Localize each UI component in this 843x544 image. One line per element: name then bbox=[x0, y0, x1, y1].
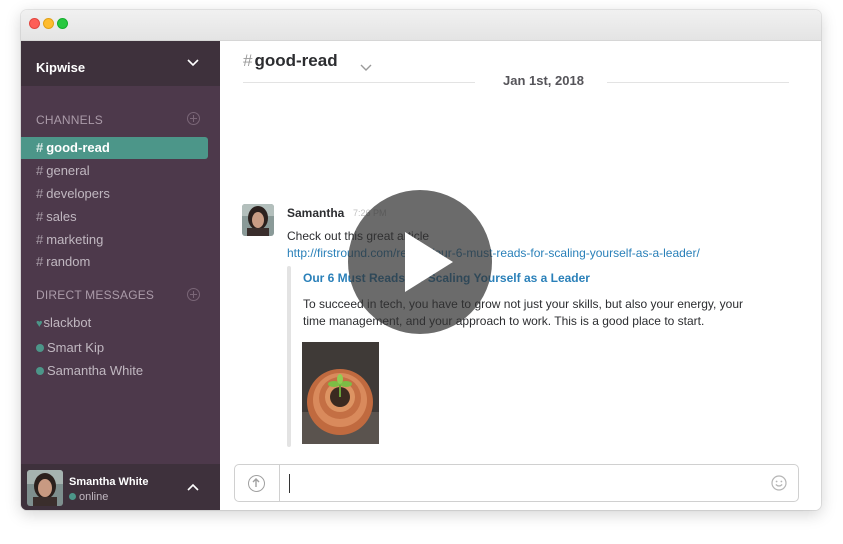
direct-messages-heading[interactable]: DIRECT MESSAGES bbox=[36, 288, 154, 302]
add-channel-icon[interactable] bbox=[187, 112, 200, 125]
play-video-button[interactable] bbox=[348, 190, 492, 334]
emoji-icon[interactable] bbox=[771, 475, 787, 491]
message-composer bbox=[234, 464, 799, 502]
chevron-down-icon bbox=[187, 59, 199, 67]
title-bar bbox=[21, 10, 821, 41]
dm-item-smart-kip[interactable]: Smart Kip bbox=[36, 340, 104, 355]
presence-dot-icon bbox=[36, 344, 44, 352]
sidebar-item-general[interactable]: # general bbox=[21, 160, 208, 182]
user-name: Smantha White bbox=[69, 476, 149, 488]
minimize-window-button[interactable] bbox=[43, 18, 54, 29]
sidebar-item-random[interactable]: # random bbox=[21, 251, 208, 273]
upload-icon bbox=[248, 475, 265, 492]
sidebar-item-developers[interactable]: # developers bbox=[21, 183, 208, 205]
attachment-border bbox=[287, 266, 291, 447]
close-window-button[interactable] bbox=[29, 18, 40, 29]
team-menu[interactable]: Kipwise bbox=[21, 41, 220, 86]
team-name: Kipwise bbox=[36, 60, 86, 75]
text-cursor bbox=[289, 474, 290, 493]
message-author[interactable]: Samantha bbox=[287, 206, 344, 220]
play-icon bbox=[405, 232, 453, 292]
date-divider: Jan 1st, 2018 bbox=[503, 73, 584, 88]
chevron-up-icon[interactable] bbox=[187, 482, 199, 494]
presence-dot-icon bbox=[69, 493, 76, 500]
user-avatar bbox=[27, 470, 63, 506]
attachment-thumbnail[interactable] bbox=[302, 342, 379, 444]
message-pane: #good-read Jan 1st, 2018 Samantha 7:26 P… bbox=[220, 41, 821, 510]
message-avatar[interactable] bbox=[242, 204, 274, 236]
dm-item-samantha-white[interactable]: Samantha White bbox=[36, 363, 143, 378]
date-divider-line-left bbox=[243, 82, 475, 83]
sidebar-item-good-read[interactable]: # good-read bbox=[21, 137, 208, 159]
sidebar: Kipwise CHANNELS # good-read # general # de… bbox=[21, 41, 220, 510]
upload-button[interactable] bbox=[235, 465, 280, 501]
channel-title[interactable]: # good-read bbox=[243, 51, 338, 71]
zoom-window-button[interactable] bbox=[57, 18, 68, 29]
add-direct-message-icon[interactable] bbox=[187, 288, 200, 301]
current-user-bar[interactable]: Smantha White online bbox=[21, 464, 220, 510]
sidebar-item-marketing[interactable]: # marketing bbox=[21, 229, 208, 251]
channels-heading[interactable]: CHANNELS bbox=[36, 113, 103, 127]
heart-icon: ♥ bbox=[36, 318, 43, 330]
presence-dot-icon bbox=[36, 367, 44, 375]
message-input[interactable] bbox=[287, 472, 771, 496]
user-status: online bbox=[69, 491, 108, 503]
date-divider-line-right bbox=[607, 82, 789, 83]
chevron-down-icon[interactable] bbox=[360, 62, 372, 72]
dm-item-slackbot[interactable]: ♥slackbot bbox=[36, 315, 91, 330]
sidebar-item-sales[interactable]: # sales bbox=[21, 206, 208, 228]
